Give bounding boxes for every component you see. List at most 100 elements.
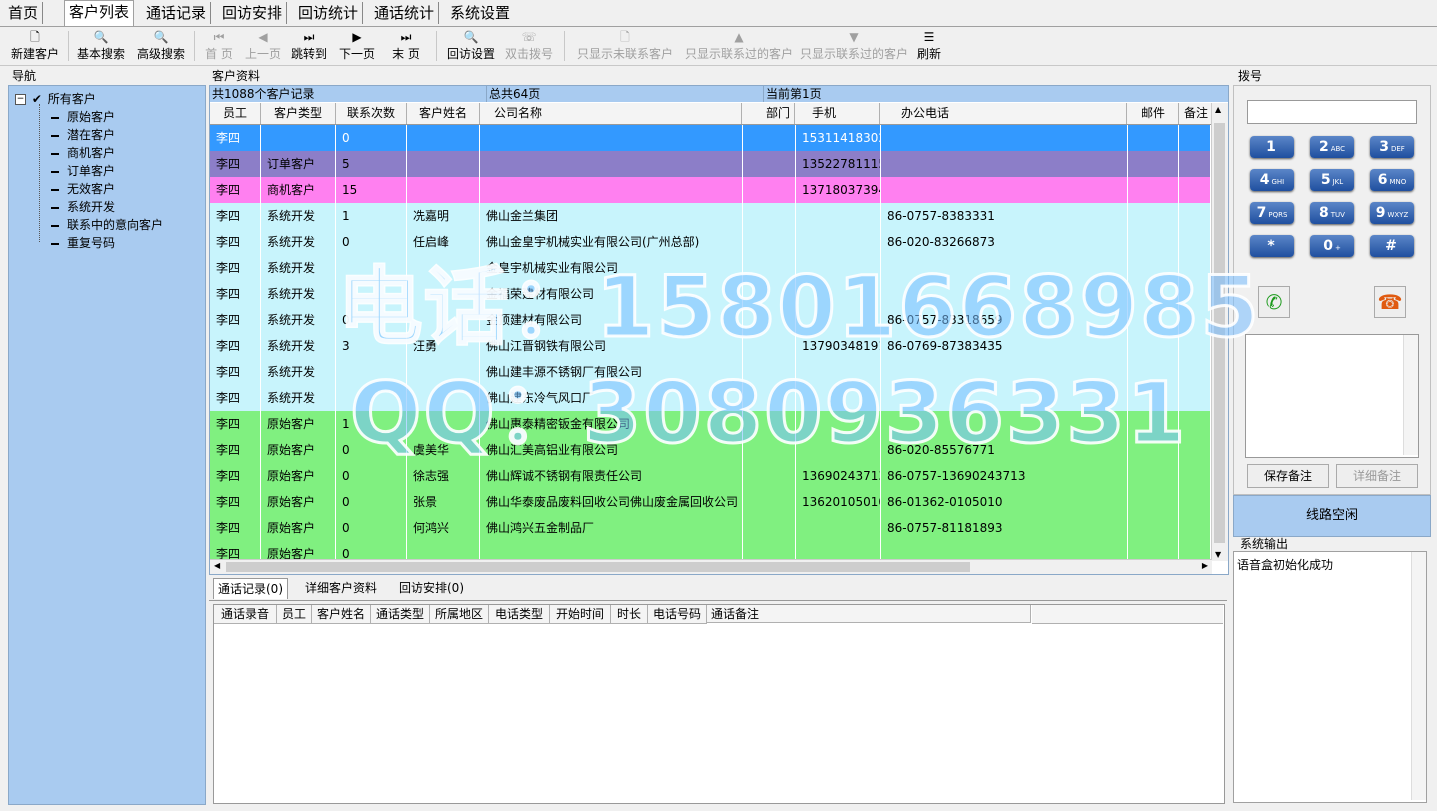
call-col-recording[interactable]: 通话录音 [214, 605, 277, 624]
call-col-region[interactable]: 所属地区 [430, 605, 489, 624]
cell-office-phone [881, 151, 1128, 177]
tab-visit-schedule[interactable]: 回访安排 [218, 2, 288, 24]
tree-root[interactable]: − ✔ 所有客户 [15, 90, 96, 107]
refresh-button[interactable]: ☰ 刷新 [914, 29, 944, 63]
last-page-button[interactable]: ⏭ 末 页 [386, 29, 426, 63]
tree-item-order[interactable]: 订单客户 [51, 162, 115, 179]
call-col-call-type[interactable]: 通话类型 [371, 605, 430, 624]
tree-item-duplicate[interactable]: 重复号码 [51, 234, 115, 251]
cell-mobile: 13522781115 [796, 151, 881, 177]
dial-key[interactable]: # [1370, 235, 1414, 257]
advanced-search-button[interactable]: 🔍 高级搜索 [134, 29, 188, 63]
dbl-click-dial-button[interactable]: ☏ 双击拨号 [502, 29, 556, 63]
table-row[interactable]: 李四 系统开发 1 冼嘉明 佛山金兰集团 86-0757-8383331 [210, 203, 1214, 229]
call-col-employee[interactable]: 员工 [277, 605, 312, 624]
dial-key[interactable]: 2 ABC [1310, 136, 1354, 158]
call-phone-icon[interactable]: ✆ [1258, 286, 1290, 318]
tree-item-invalid[interactable]: 无效客户 [51, 180, 115, 197]
first-page-button[interactable]: ⏮ 首 页 [200, 29, 238, 63]
subtab-call-records[interactable]: 通话记录(0) [213, 578, 288, 599]
dial-key[interactable]: 7 PQRS [1250, 202, 1294, 224]
table-row[interactable]: 李四 商机客户 15 13718037394 [210, 177, 1214, 203]
dial-key[interactable]: 8 TUV [1310, 202, 1354, 224]
cell-customer-type: 商机客户 [261, 177, 336, 203]
tree-item-original[interactable]: 原始客户 [51, 108, 115, 125]
scroll-right-icon[interactable]: ▶ [1202, 561, 1208, 570]
tree-item-intent[interactable]: 联系中的意向客户 [51, 216, 163, 233]
col-office-phone[interactable]: 办公电话 [881, 103, 1127, 124]
cell-customer-type: 系统开发 [261, 359, 336, 385]
dial-key[interactable]: 5 JKL [1310, 169, 1354, 191]
call-col-duration[interactable]: 时长 [611, 605, 648, 624]
tree-line [39, 104, 41, 242]
basic-search-button[interactable]: 🔍 基本搜索 [74, 29, 128, 63]
call-col-phone-type[interactable]: 电话类型 [489, 605, 550, 624]
dial-key[interactable]: 1 [1250, 136, 1294, 158]
cell-customer-name: 张景 [407, 489, 480, 515]
table-row[interactable]: 李四 0 15311418302 [210, 125, 1214, 151]
call-col-customer-name[interactable]: 客户姓名 [312, 605, 371, 624]
last-page-icon: ⏭ [400, 30, 412, 44]
col-company[interactable]: 公司名称 [480, 103, 742, 124]
prev-page-button[interactable]: ◀ 上一页 [242, 29, 284, 63]
cell-office-phone: 86-01362-0105010 [881, 489, 1128, 515]
col-department[interactable]: 部门 [743, 103, 795, 124]
col-customer-type[interactable]: 客户类型 [261, 103, 336, 124]
subtab-customer-detail[interactable]: 详细客户资料 [301, 578, 381, 598]
tab-home[interactable]: 首页 [4, 2, 44, 24]
cell-contact-count: 0 [336, 489, 407, 515]
cell-contact-count: 0 [336, 125, 407, 151]
next-page-button[interactable]: ▶ 下一页 [336, 29, 378, 63]
table-row[interactable]: 李四 原始客户 0 张景 佛山华泰废品废料回收公司佛山废金属回收公司 1362010501… [210, 489, 1214, 515]
scroll-up-icon[interactable]: ▲ [1215, 105, 1221, 114]
save-note-button[interactable]: 保存备注 [1247, 464, 1329, 488]
call-col-start-time[interactable]: 开始时间 [550, 605, 611, 624]
col-employee[interactable]: 员工 [210, 103, 261, 124]
call-col-phone-number[interactable]: 电话号码 [648, 605, 707, 624]
tab-call-stats[interactable]: 通话统计 [370, 2, 440, 24]
dial-key-digit: 4 [1259, 172, 1270, 188]
grid-horizontal-scrollbar[interactable]: ◀ ▶ [210, 559, 1212, 574]
new-customer-button[interactable]: 🗋 新建客户 [8, 29, 62, 63]
note-scrollbar[interactable] [1403, 335, 1418, 455]
col-email[interactable]: 邮件 [1128, 103, 1179, 124]
tab-visit-stats[interactable]: 回访统计 [294, 2, 364, 24]
detail-note-button[interactable]: 详细备注 [1336, 464, 1418, 488]
tab-call-records[interactable]: 通话记录 [142, 2, 212, 24]
show-contacted-up-button[interactable]: ▲ 只显示联系过的客户 [684, 29, 794, 63]
scroll-down-icon[interactable]: ▼ [1215, 550, 1221, 559]
dial-number-input[interactable] [1247, 100, 1417, 124]
table-row[interactable]: 李四 订单客户 5 13522781115 [210, 151, 1214, 177]
tree-item-system-dev[interactable]: 系统开发 [51, 198, 115, 215]
subtab-visit-schedule[interactable]: 回访安排(0) [395, 578, 468, 598]
scroll-left-icon[interactable]: ◀ [214, 561, 220, 570]
tab-customer-list[interactable]: 客户列表 [64, 0, 135, 26]
hangup-phone-icon[interactable]: ☎ [1374, 286, 1406, 318]
collapse-icon[interactable]: − [15, 94, 26, 105]
call-col-note[interactable]: 通话备注 [707, 605, 1031, 623]
cell-office-phone: 86-0757-8383331 [881, 203, 1128, 229]
tab-system-settings[interactable]: 系统设置 [446, 2, 514, 24]
col-contact-count[interactable]: 联系次数 [336, 103, 407, 124]
call-col-filler [1032, 605, 1223, 624]
show-contacted-down-button[interactable]: ▼ 只显示联系过的客户 [798, 29, 910, 63]
dial-key[interactable]: 3 DEF [1370, 136, 1414, 158]
dial-key[interactable]: 0 + [1310, 235, 1354, 257]
cell-customer-name [407, 151, 480, 177]
col-note[interactable]: 备注 [1179, 103, 1214, 124]
show-not-contacted-button[interactable]: 🗋 只显示未联系客户 [574, 29, 676, 63]
triangle-up-icon: ▲ [734, 30, 744, 44]
system-output-scrollbar[interactable] [1411, 552, 1426, 800]
dial-key[interactable]: 9 WXYZ [1370, 202, 1414, 224]
hscroll-thumb[interactable] [226, 562, 970, 572]
col-mobile[interactable]: 手机 [796, 103, 880, 124]
jump-to-button[interactable]: ⏭ 跳转到 [288, 29, 330, 63]
col-customer-name[interactable]: 客户姓名 [407, 103, 480, 124]
table-row[interactable]: 李四 原始客户 0 何鸿兴 佛山鸿兴五金制品厂 86-0757-81181893 [210, 515, 1214, 541]
tree-item-opportunity[interactable]: 商机客户 [51, 144, 115, 161]
note-textarea[interactable] [1245, 334, 1419, 458]
dial-key[interactable]: 4 GHI [1250, 169, 1294, 191]
visit-settings-button[interactable]: 🔍 回访设置 [444, 29, 498, 63]
tree-item-potential[interactable]: 潜在客户 [51, 126, 115, 143]
dial-key[interactable]: 6 MNO [1370, 169, 1414, 191]
